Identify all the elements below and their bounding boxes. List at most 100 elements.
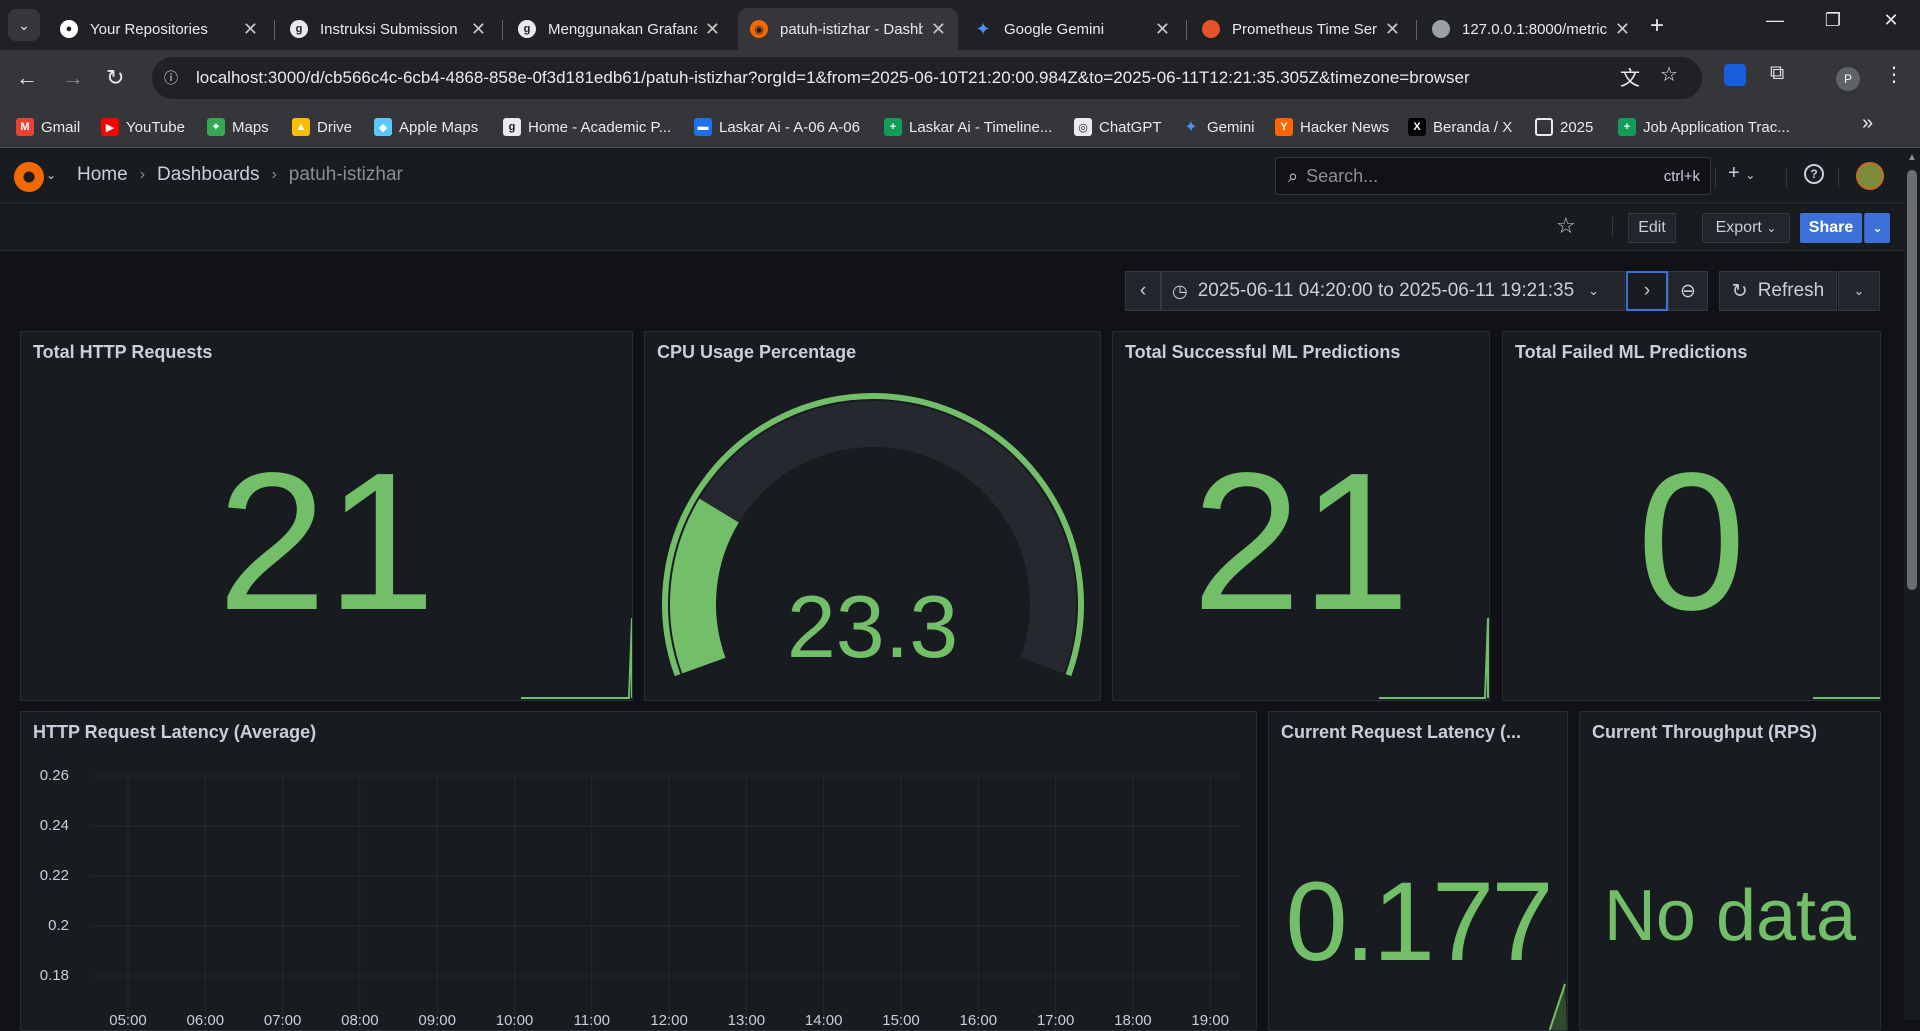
page-scrollbar[interactable]: ▲	[1904, 148, 1920, 1020]
bookmark-academic[interactable]: g Home - Academic P...	[503, 118, 671, 136]
profile-avatar[interactable]: P	[1836, 67, 1860, 91]
address-bar[interactable]: ⓘ localhost:3000/d/cb566c4c-6cb4-4868-85…	[152, 57, 1702, 99]
new-tab-button[interactable]: +	[1650, 12, 1664, 40]
bookmark-gemini[interactable]: ✦ Gemini	[1182, 118, 1254, 137]
tab-prometheus[interactable]: Prometheus Time Series ✕	[1190, 8, 1412, 50]
tab-menggunakan-grafana[interactable]: g Menggunakan Grafana ✕	[506, 8, 732, 50]
grafana-logo-icon[interactable]	[14, 162, 44, 192]
bookmark-chatgpt[interactable]: ◎ ChatGPT	[1074, 118, 1162, 136]
time-range-picker[interactable]: ◷ 2025-06-11 04:20:00 to 2025-06-11 19:2…	[1161, 271, 1625, 311]
extensions-icon[interactable]: ⧉	[1770, 62, 1784, 85]
restore-button[interactable]: ❐	[1810, 10, 1856, 31]
bookmark-maps[interactable]: ⌖ Maps	[207, 118, 269, 136]
y-tick-label: 0.22	[39, 867, 69, 884]
panel-current-throughput[interactable]: Current Throughput (RPS) No data	[1579, 711, 1881, 1031]
bookmark-label: Drive	[317, 118, 353, 136]
breadcrumb: Home › Dashboards › patuh-istizhar	[77, 164, 403, 186]
bookmark-apple-maps[interactable]: ◆ Apple Maps	[374, 118, 478, 136]
bookmark-laskar-ai[interactable]: ▬ Laskar Ai - A-06 A-06	[694, 118, 860, 136]
tab-search-button[interactable]: ⌄	[8, 9, 40, 41]
panel-current-request-latency[interactable]: Current Request Latency (... 0.177	[1268, 711, 1568, 1031]
maps-icon: ⌖	[207, 118, 225, 136]
bookmark-folder-2025[interactable]: 2025	[1535, 118, 1593, 136]
chevron-down-icon[interactable]: ⌄	[46, 168, 56, 182]
tab-your-repositories[interactable]: ● Your Repositories ✕	[48, 8, 270, 50]
close-icon[interactable]: ✕	[705, 19, 720, 40]
close-icon[interactable]: ✕	[1615, 19, 1630, 40]
menu-icon[interactable]: ⋮	[1884, 62, 1904, 87]
panel-total-http-requests[interactable]: Total HTTP Requests 21	[20, 331, 633, 701]
y-tick-label: 0.18	[39, 967, 69, 984]
user-avatar[interactable]	[1856, 162, 1884, 190]
bookmark-laskar-timeline[interactable]: + Laskar Ai - Timeline...	[884, 118, 1052, 136]
panel-http-latency-avg[interactable]: HTTP Request Latency (Average) 0.26 0.24 0…	[20, 711, 1257, 1031]
close-icon[interactable]: ✕	[243, 19, 258, 40]
tab-patuh-istizhar-dashboard[interactable]: ◉ patuh-istizhar - Dashboard ✕	[738, 8, 958, 50]
reload-button[interactable]: ↻	[106, 65, 124, 91]
bitwarden-icon[interactable]	[1724, 64, 1746, 86]
x-icon: X	[1408, 118, 1426, 136]
zoom-out-button[interactable]: ⊖	[1668, 271, 1708, 311]
chevron-down-icon: ⌄	[1766, 221, 1777, 235]
minimize-button[interactable]: —	[1752, 10, 1798, 31]
bookmark-gmail[interactable]: M Gmail	[16, 118, 80, 136]
panel-successful-predictions[interactable]: Total Successful ML Predictions 21	[1112, 331, 1490, 701]
dicoding-icon: g	[518, 20, 536, 38]
edit-button[interactable]: Edit	[1628, 213, 1676, 243]
forward-button[interactable]: →	[62, 65, 84, 91]
translate-icon[interactable]: 文	[1620, 62, 1640, 91]
breadcrumb-dashboards[interactable]: Dashboards	[157, 164, 259, 186]
site-info-icon[interactable]: ⓘ	[158, 65, 184, 91]
dicoding-icon: g	[290, 20, 308, 38]
share-button[interactable]: Share	[1800, 213, 1862, 243]
close-icon[interactable]: ✕	[471, 19, 486, 40]
more-bookmarks-icon[interactable]: »	[1862, 112, 1873, 135]
tab-google-gemini[interactable]: ✦ Google Gemini ✕	[962, 8, 1182, 50]
time-shift-forward-button[interactable]: ›	[1626, 271, 1668, 311]
add-new-button[interactable]: + ⌄	[1728, 162, 1755, 185]
panel-title: Total Successful ML Predictions	[1125, 342, 1401, 362]
time-shift-back-button[interactable]: ‹	[1125, 271, 1161, 311]
scroll-up-icon[interactable]: ▲	[1907, 152, 1917, 163]
bookmark-hacker-news[interactable]: Y Hacker News	[1275, 118, 1389, 136]
bookmark-label: Job Application Trac...	[1643, 118, 1790, 136]
favorite-star-icon[interactable]: ☆	[1556, 213, 1576, 239]
back-button[interactable]: ←	[16, 65, 38, 91]
bookmark-label: Gmail	[41, 118, 81, 136]
bookmark-x[interactable]: X Beranda / X	[1408, 118, 1512, 136]
chart-grid	[91, 775, 1241, 1030]
refresh-button[interactable]: ↻ Refresh	[1719, 271, 1837, 311]
tab-label: 127.0.0.1:8000/metrics	[1462, 20, 1607, 38]
close-icon[interactable]: ✕	[931, 19, 946, 40]
close-icon[interactable]: ✕	[1155, 19, 1170, 40]
chevron-down-icon: ⌄	[1872, 221, 1883, 235]
gemini-icon: ✦	[975, 18, 991, 39]
search-input[interactable]: ⌕ Search... ctrl+k	[1275, 157, 1711, 195]
search-shortcut: ctrl+k	[1663, 167, 1700, 185]
tab-instruksi-submission[interactable]: g Instruksi Submission ✕	[278, 8, 498, 50]
panel-failed-predictions[interactable]: Total Failed ML Predictions 0	[1502, 331, 1881, 701]
bookmark-youtube[interactable]: ▶ YouTube	[101, 118, 185, 136]
sparkline	[1379, 617, 1489, 699]
help-icon[interactable]: ?	[1804, 164, 1824, 184]
close-icon[interactable]: ✕	[1385, 19, 1400, 40]
bookmark-star-icon[interactable]: ☆	[1660, 62, 1678, 87]
bookmark-label: 2025	[1560, 118, 1594, 136]
bookmark-label: ChatGPT	[1099, 118, 1162, 136]
chevron-down-icon: ⌄	[1853, 283, 1865, 298]
share-dropdown-button[interactable]: ⌄	[1864, 213, 1890, 243]
bookmark-drive[interactable]: ▲ Drive	[292, 118, 352, 136]
panel-title: Current Request Latency (...	[1281, 722, 1522, 742]
refresh-interval-dropdown[interactable]: ⌄	[1838, 271, 1880, 311]
tab-metrics[interactable]: 127.0.0.1:8000/metrics ✕	[1420, 8, 1642, 50]
export-button[interactable]: Export ⌄	[1702, 213, 1790, 243]
close-window-button[interactable]: ✕	[1868, 10, 1914, 31]
bookmark-label: Beranda / X	[1433, 118, 1513, 136]
chevron-down-icon: ⌄	[18, 16, 30, 33]
panel-cpu-usage[interactable]: CPU Usage Percentage 23.3	[644, 331, 1101, 701]
breadcrumb-home[interactable]: Home	[77, 164, 128, 186]
chevron-left-icon: ‹	[1139, 280, 1147, 301]
bookmark-job-tracker[interactable]: + Job Application Trac...	[1618, 118, 1790, 136]
scrollbar-thumb[interactable]	[1907, 170, 1917, 590]
time-range-label: 2025-06-11 04:20:00 to 2025-06-11 19:21:…	[1197, 280, 1575, 301]
